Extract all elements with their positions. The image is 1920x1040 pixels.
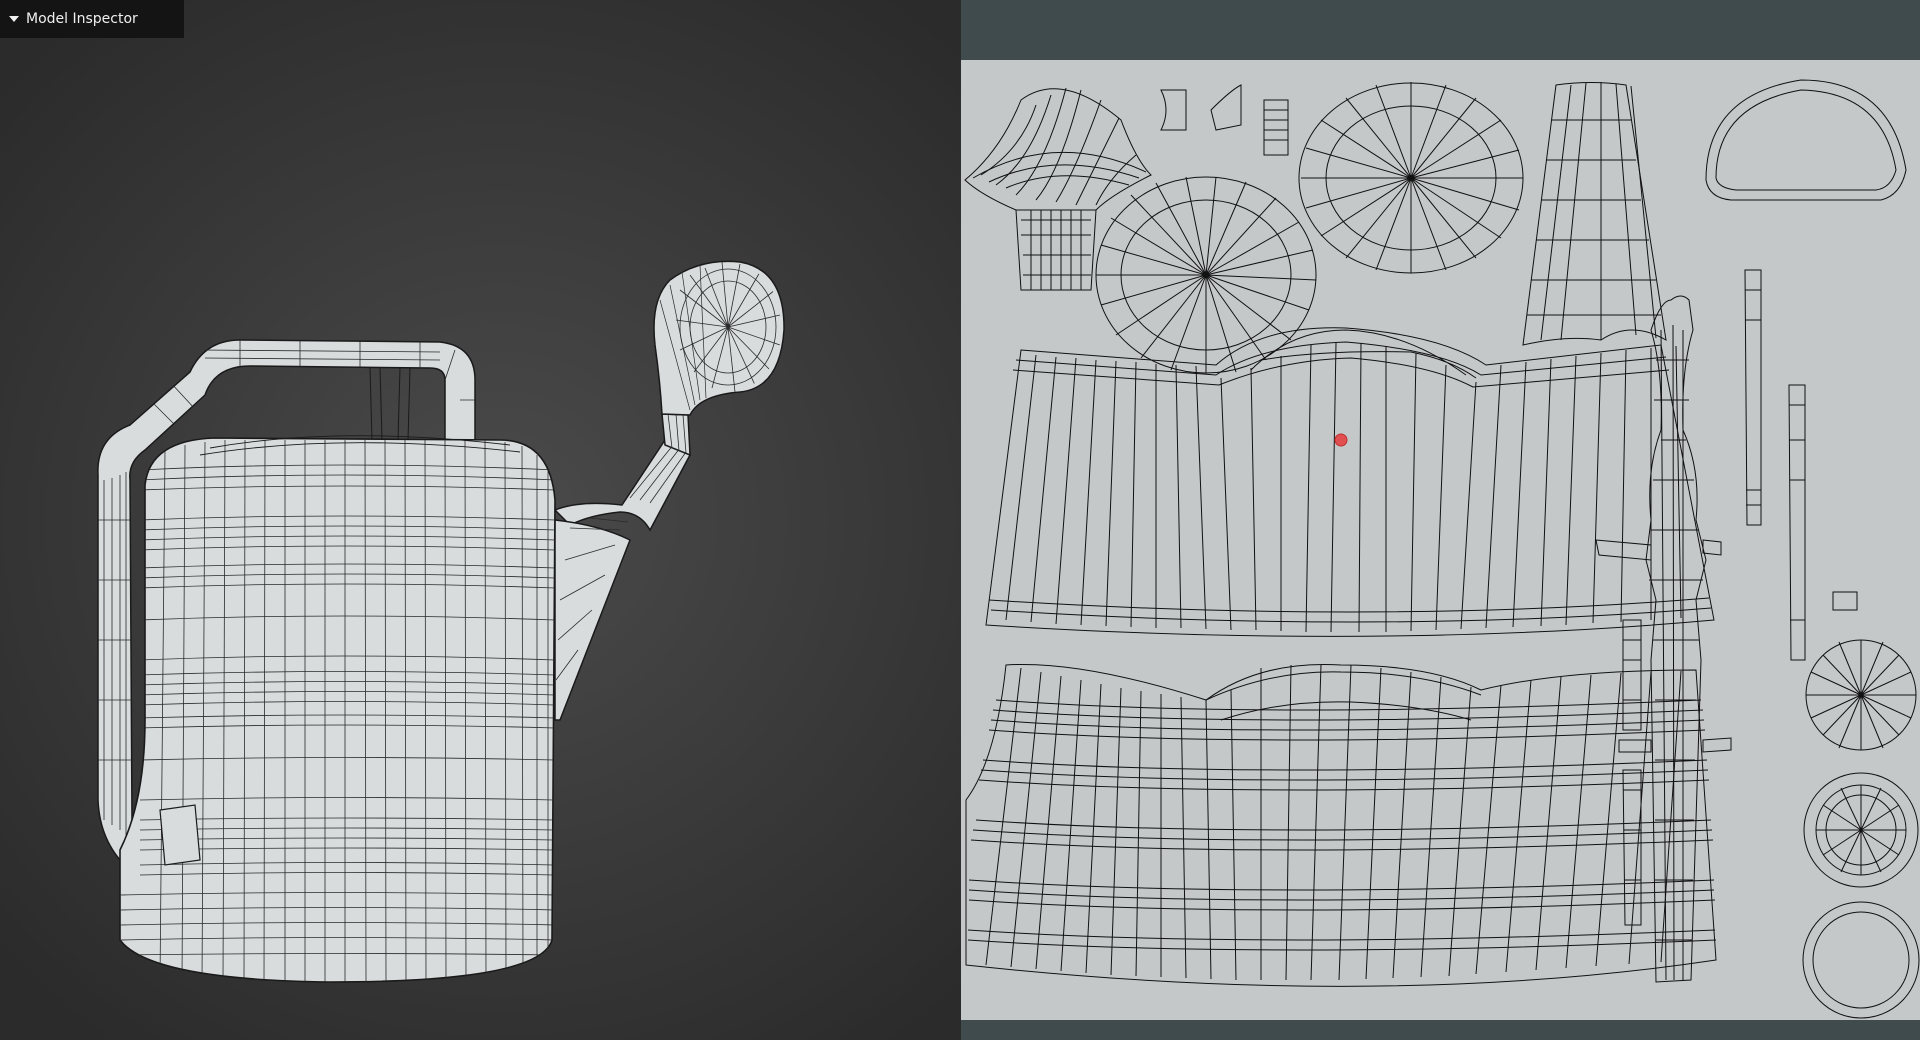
model-inspector-title: Model Inspector (26, 11, 138, 27)
uv-2d-cursor (1334, 433, 1348, 447)
uv-island-ring (1802, 901, 1920, 1019)
uv-island-spout-tube (1522, 82, 1667, 346)
uv-island-rose-fan (964, 88, 1152, 211)
uv-canvas[interactable] (961, 60, 1920, 1020)
uv-islands (964, 79, 1920, 1019)
uv-island-handle-strip (1645, 295, 1707, 983)
uv-editor-panel[interactable] (961, 0, 1920, 1040)
watering-can-wireframe (97, 260, 785, 983)
3d-viewport[interactable]: Model Inspector (0, 0, 961, 1040)
model-inspector-header[interactable]: Model Inspector (0, 0, 184, 38)
uv-island-handle-ring (1705, 79, 1907, 201)
triangle-down-icon[interactable] (9, 16, 19, 22)
uv-island-spout-neck (1015, 209, 1097, 291)
